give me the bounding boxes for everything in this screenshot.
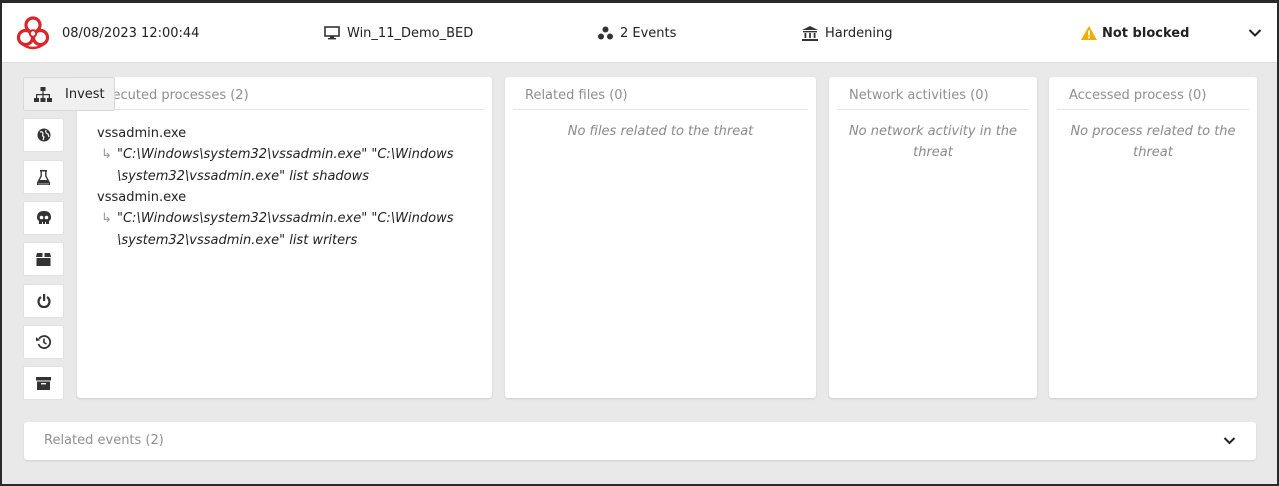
empty-message-line: No network activity in the [848, 124, 1018, 139]
process-list: vssadmin.exe ↳ "C:\Windows\system32\vssa… [97, 123, 472, 251]
command-line-part: \system32\vssadmin.exe" list shadows [117, 168, 370, 184]
related-files-title: Related files (0) [525, 88, 628, 103]
flask-button[interactable] [23, 160, 64, 194]
power-button[interactable] [23, 284, 64, 318]
threat-category: Hardening [802, 3, 892, 63]
history-icon [36, 335, 51, 349]
empty-message: No network activity in the threat [845, 121, 1021, 163]
related-files-panel: Related files (0) No files related to th… [505, 77, 816, 398]
events-label: 2 Events [620, 25, 677, 41]
computer-label: Win_11_Demo_BED [347, 25, 474, 41]
box-button[interactable] [23, 242, 64, 276]
panel-divider [85, 109, 484, 110]
empty-message: No files related to the threat [567, 124, 754, 139]
archive-button[interactable] [23, 366, 64, 400]
biohazard-icon [14, 3, 59, 63]
category-label: Hardening [825, 25, 893, 41]
chevron-down-icon [1223, 437, 1236, 445]
executed-processes-panel: Executed processes (2) vssadmin.exe ↳ "C… [77, 77, 492, 398]
events-icon [598, 26, 613, 40]
network-activities-panel: Network activities (0) No network activi… [829, 77, 1037, 398]
network-activities-title: Network activities (0) [849, 88, 989, 103]
list-item[interactable]: vssadmin.exe ↳ "C:\Windows\system32\vssa… [97, 187, 472, 251]
box-icon [36, 252, 51, 266]
empty-message: No process related to the threat [1065, 121, 1241, 163]
expand-header-button[interactable] [1248, 3, 1269, 63]
empty-message-line: threat [1133, 145, 1173, 160]
events-count[interactable]: 2 Events [598, 3, 676, 63]
block-status: Not blocked [1081, 3, 1189, 63]
warning-icon [1081, 26, 1097, 40]
panel-divider [1057, 109, 1249, 110]
related-events-title: Related events (2) [44, 433, 164, 448]
command-line-part: \system32\vssadmin.exe" list writers [117, 232, 358, 248]
power-icon [36, 294, 51, 308]
executed-processes-title: Executed processes (2) [97, 88, 249, 103]
panel-divider [513, 109, 808, 110]
alert-timestamp: 08/08/2023 12:00:44 [62, 25, 200, 41]
sitemap-icon [34, 86, 52, 102]
globe-icon [37, 128, 50, 142]
expand-related-events-button[interactable] [1223, 435, 1236, 450]
history-button[interactable] [23, 325, 64, 359]
bank-icon [802, 25, 818, 41]
skull-icon [36, 211, 51, 224]
panel-divider [837, 109, 1029, 110]
process-name: vssadmin.exe [97, 126, 187, 141]
archive-icon [36, 376, 51, 390]
related-events-section[interactable]: Related events (2) [24, 422, 1256, 460]
process-command-line: ↳ "C:\Windows\system32\vssadmin.exe" "C:… [97, 208, 472, 251]
computer-name[interactable]: Win_11_Demo_BED [324, 3, 473, 63]
list-item[interactable]: vssadmin.exe ↳ "C:\Windows\system32\vssa… [97, 123, 472, 187]
child-arrow-icon: ↳ [101, 211, 112, 226]
child-arrow-icon: ↳ [101, 147, 112, 162]
threat-header: 08/08/2023 12:00:44 Win_11_Demo_BED 2 Ev… [2, 3, 1277, 63]
empty-message-line: No process related to the [1070, 124, 1236, 139]
flask-icon [37, 169, 50, 185]
command-line-part: "C:\Windows\system32\vssadmin.exe" "C:\W… [117, 147, 454, 162]
chevron-down-icon [1248, 29, 1262, 37]
process-command-line: ↳ "C:\Windows\system32\vssadmin.exe" "C:… [97, 144, 472, 187]
globe-button[interactable] [23, 118, 64, 152]
accessed-process-panel: Accessed process (0) No process related … [1049, 77, 1257, 398]
invest-tooltip: Invest [65, 86, 105, 102]
command-line-part: "C:\Windows\system32\vssadmin.exe" "C:\W… [117, 211, 454, 226]
status-label: Not blocked [1102, 25, 1190, 41]
skull-button[interactable] [23, 201, 64, 235]
process-name: vssadmin.exe [97, 190, 187, 205]
accessed-process-title: Accessed process (0) [1069, 88, 1207, 103]
monitor-icon [324, 26, 340, 40]
empty-message-line: threat [913, 145, 953, 160]
invest-button[interactable]: Invest [23, 77, 115, 111]
